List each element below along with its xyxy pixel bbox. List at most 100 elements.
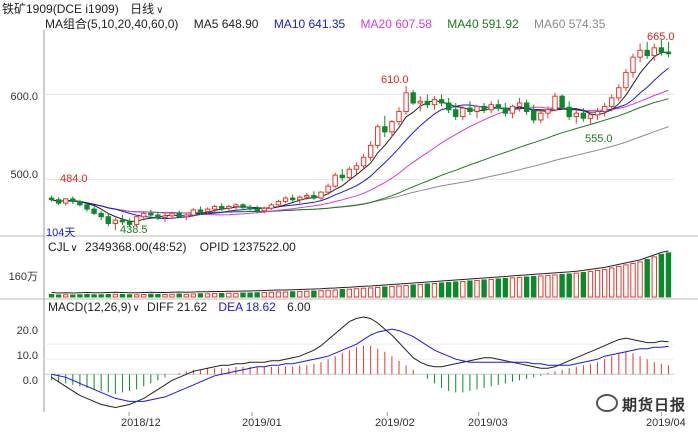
volume-bar (616, 265, 622, 298)
volume-bar (566, 273, 572, 298)
chevron-down-icon[interactable]: ∨ (132, 303, 139, 314)
candle-body (247, 206, 253, 210)
candle-body (516, 102, 523, 107)
volume-bar (190, 293, 197, 298)
candle-body (609, 97, 615, 107)
candle-body (616, 87, 622, 99)
ma10-line (51, 67, 669, 220)
volume-bar (474, 279, 480, 298)
volume-bar (559, 273, 565, 298)
volume-bar (382, 286, 388, 298)
dea-line (51, 328, 669, 402)
macd-header: MACD(12,26,9)∨ DIFF 21.62 DEA 18.62 6.00 (48, 299, 311, 315)
macd-label[interactable]: MACD(12,26,9) (48, 300, 131, 314)
macd-tick-10: 10.0 (16, 350, 38, 362)
volume-bar (98, 294, 104, 298)
volume-bar (438, 282, 445, 298)
volume-bar (495, 278, 501, 298)
candle-body (63, 198, 69, 204)
ma20-label: MA20 607.58 (360, 17, 432, 31)
volume-bar (119, 293, 126, 298)
candle-body (91, 208, 97, 214)
symbol-header[interactable]: 铁矿1909(DCE i1909) 日线 ∨ (2, 1, 163, 17)
volume-bar (367, 287, 374, 298)
candle-body (495, 104, 501, 109)
volume-label[interactable]: CJL (48, 240, 69, 254)
volume-bar (431, 282, 438, 298)
macd-value: 6.00 (287, 300, 311, 314)
candle-body (353, 165, 360, 170)
candle-body (360, 156, 367, 167)
candle-body (601, 105, 608, 112)
candle-body (304, 195, 310, 198)
candle-body (623, 71, 629, 89)
candle-body (84, 204, 90, 210)
candle-body (396, 110, 402, 123)
chevron-down-icon[interactable]: ∨ (70, 243, 77, 254)
volume-bar (325, 289, 331, 298)
volume-bar (48, 293, 55, 298)
volume-bar (665, 252, 672, 298)
volume-bar (389, 285, 395, 298)
candle-body (644, 49, 650, 56)
macd-tick-20: 20.0 (16, 325, 38, 337)
volume-bar (275, 291, 282, 298)
volume-bar (538, 275, 544, 298)
volume-bar (148, 293, 154, 298)
candle-body (289, 197, 296, 201)
volume-bar (55, 294, 62, 298)
volume-bar (311, 290, 317, 298)
candle-body (424, 100, 431, 106)
volume-bar (197, 293, 204, 298)
candle-body (467, 107, 473, 112)
ma60-line (51, 126, 669, 214)
candle-body (169, 212, 175, 217)
candle-body (219, 206, 225, 209)
volume-bar (133, 294, 140, 298)
candle-body (311, 195, 317, 199)
volume-bar (141, 293, 147, 298)
x-tick-2019-01: 2019/01 (242, 417, 282, 429)
volume-bar (353, 288, 360, 298)
candle-body (190, 209, 197, 216)
candle-body (445, 102, 452, 111)
volume-bar (630, 262, 636, 298)
volume-bar (594, 269, 601, 298)
candle-body (346, 168, 353, 179)
volume-bar (580, 271, 587, 298)
days-count: 104天 (46, 227, 76, 239)
candle-body (460, 107, 466, 118)
candle-body (453, 109, 459, 118)
candle-body (438, 99, 445, 104)
candle-body (403, 92, 409, 112)
candle-body (105, 216, 111, 225)
annotation-low-left: 438.5 (120, 224, 148, 236)
volume-bar (488, 278, 494, 298)
volume-header: CJL∨ 2349368.00(48:52) OPID 1237522.00 (48, 239, 296, 255)
candle-body (275, 200, 282, 206)
volume-bar (460, 280, 466, 298)
candle-body (98, 212, 104, 218)
volume-bar (219, 292, 225, 298)
volume-bar (204, 293, 211, 298)
candle-body (297, 196, 303, 201)
volume-bar (502, 277, 509, 298)
volume-bar (339, 288, 345, 298)
chart-window: 铁矿1909(DCE i1909) 日线 ∨ MA组合(5,10,20,40,60… (0, 0, 698, 433)
candle-body (580, 112, 587, 119)
x-tick-2019-02: 2019/02 (375, 417, 415, 429)
price-tick-600: 600.0 (10, 91, 38, 103)
candle-body (417, 100, 423, 104)
volume-bar (155, 293, 161, 298)
volume-bar (531, 275, 537, 298)
ma60-label: MA60 574.35 (534, 17, 606, 31)
volume-bar (289, 291, 296, 298)
volume-bar (453, 281, 459, 298)
ma-group-label[interactable]: MA组合(5,10,20,40,60,0) (45, 17, 178, 31)
volume-bar (183, 293, 189, 298)
candle-body (566, 106, 572, 118)
candle-body (204, 208, 211, 213)
volume-bar (77, 294, 83, 298)
volume-bar (375, 286, 381, 298)
period-label[interactable]: 日线 (130, 2, 154, 16)
